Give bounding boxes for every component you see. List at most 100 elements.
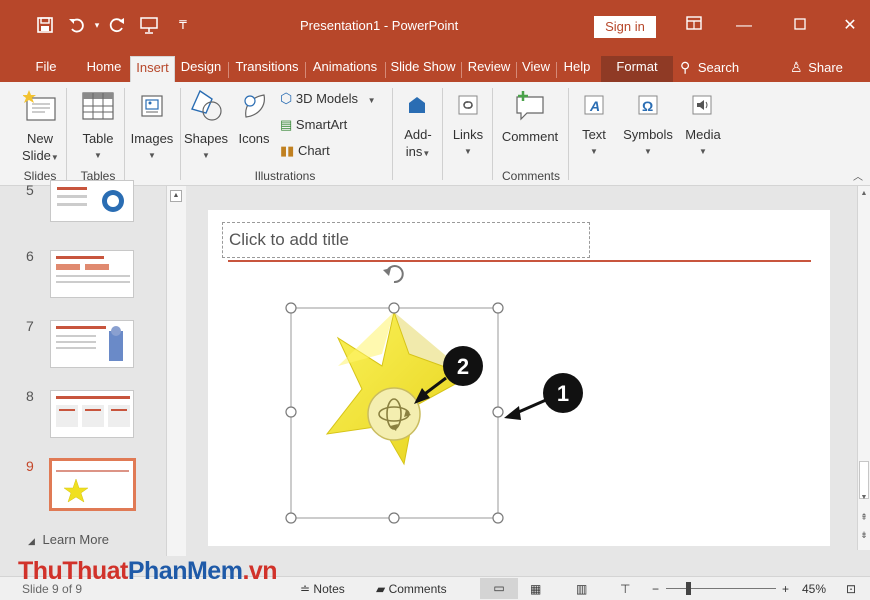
text-label: Text [582, 127, 606, 142]
slide-thumbnail-9[interactable] [49, 458, 136, 511]
shapes-icon[interactable] [186, 88, 226, 124]
slide-thumbnail-6[interactable] [50, 250, 134, 298]
links-label: Links [452, 127, 484, 142]
table-label: Table [82, 131, 114, 146]
slide-thumbnail-8[interactable] [50, 390, 134, 438]
resize-handle-bottom[interactable] [388, 512, 400, 524]
table-icon[interactable] [80, 90, 116, 122]
slide-editing-area: Click to add title 1 2 [192, 186, 858, 576]
media-button[interactable]: Media ▼ [680, 126, 726, 160]
text-button[interactable]: Text ▼ [574, 126, 614, 160]
zoom-slider-thumb[interactable] [686, 582, 691, 595]
images-icon[interactable] [134, 90, 170, 122]
tab-transitions[interactable]: Transitions [231, 56, 303, 82]
links-icon[interactable] [452, 90, 484, 120]
addins-icon[interactable] [400, 90, 434, 120]
comment-icon[interactable] [510, 88, 550, 122]
shapes-button[interactable]: Shapes ▼ [182, 130, 230, 164]
images-button[interactable]: Images ▼ [128, 130, 176, 164]
icons-button[interactable]: Icons [234, 130, 274, 147]
new-slide-button[interactable]: New Slide▼ [22, 130, 59, 166]
tab-review[interactable]: Review [464, 56, 514, 82]
zoom-in-icon[interactable]: + [782, 582, 789, 596]
tab-view[interactable]: View [519, 56, 553, 82]
rotate-handle-icon[interactable] [383, 265, 404, 284]
zoom-out-icon[interactable]: − [652, 582, 659, 596]
ribbon-display-options-icon[interactable] [682, 14, 706, 38]
tab-file[interactable]: File [28, 56, 64, 82]
thumbnail-scrollbar[interactable]: ▲ [166, 186, 186, 556]
scroll-up-icon[interactable]: ▲ [170, 190, 182, 202]
slide-thumbnail-5[interactable] [50, 180, 134, 222]
chevron-down-icon: ▼ [422, 149, 431, 158]
slideshow-view-icon[interactable]: ⊤ [620, 582, 630, 596]
addins-button[interactable]: Add- ins▼ [398, 126, 438, 162]
symbols-button[interactable]: Symbols ▼ [620, 126, 676, 160]
learn-more-link[interactable]: ◢ Learn More [28, 532, 109, 547]
undo-dropdown-icon[interactable]: ▾ [86, 14, 108, 36]
comments-pane-button[interactable]: ▰ Comments [376, 582, 447, 596]
normal-view-icon[interactable]: ▭ [480, 578, 518, 599]
zoom-level[interactable]: 45% [802, 582, 826, 596]
collapse-ribbon-icon[interactable]: ︿ [850, 168, 866, 183]
reading-view-icon[interactable]: ▥ [576, 582, 587, 596]
chart-button[interactable]: ▮▮ Chart [280, 142, 370, 159]
watermark-logo: ThuThuatPhanMem.vn [18, 557, 278, 586]
tab-home[interactable]: Home [80, 56, 128, 82]
resize-handle-bottom-left[interactable] [285, 512, 297, 524]
tab-format[interactable]: Format [601, 56, 673, 82]
smartart-button[interactable]: ▤ SmartArt [280, 116, 370, 133]
sign-in-button[interactable]: Sign in [594, 16, 656, 38]
fit-to-window-icon[interactable]: ⊡ [846, 582, 856, 596]
previous-slide-icon[interactable]: ⇞ [859, 512, 869, 522]
comment-button[interactable]: Comment [496, 128, 564, 145]
3d-rotation-control-icon[interactable] [367, 387, 421, 441]
symbols-icon[interactable]: Ω [632, 90, 664, 120]
resize-handle-top-left[interactable] [285, 302, 297, 314]
save-icon[interactable] [34, 14, 56, 36]
tab-design[interactable]: Design [177, 56, 225, 82]
icons-icon[interactable] [236, 88, 274, 124]
redo-icon[interactable] [106, 14, 128, 36]
customize-quick-access-icon[interactable]: ₸ [172, 14, 194, 36]
resize-handle-bottom-right[interactable] [492, 512, 504, 524]
callout-1-label: 1 [557, 381, 569, 406]
current-slide[interactable]: Click to add title 1 2 [208, 210, 830, 546]
watermark-part-2: PhanMem [127, 557, 243, 585]
text-icon[interactable]: A [578, 90, 610, 120]
links-button[interactable]: Links ▼ [448, 126, 488, 160]
resize-handle-top-right[interactable] [492, 302, 504, 314]
minimize-icon[interactable]: — [732, 14, 756, 38]
table-button[interactable]: Table ▼ [80, 130, 116, 164]
watermark-part-3: .vn [242, 557, 278, 585]
share-button[interactable]: ♙ Share [790, 56, 854, 82]
zoom-slider[interactable] [666, 588, 776, 589]
close-icon[interactable]: ✕ [838, 14, 862, 38]
3d-models-button[interactable]: ⬡ 3D Models ▼ [280, 90, 390, 109]
tab-animations[interactable]: Animations [308, 56, 382, 82]
maximize-icon[interactable] [788, 14, 812, 38]
scroll-down-icon[interactable]: ▼ [859, 494, 869, 504]
learn-more-label: Learn More [42, 532, 110, 547]
next-slide-icon[interactable]: ⇟ [859, 530, 869, 540]
resize-handle-left[interactable] [285, 406, 297, 418]
ribbon-tabs: File Home Insert Design Transitions Anim… [0, 52, 870, 82]
tab-help[interactable]: Help [559, 56, 595, 82]
resize-handle-top[interactable] [388, 302, 400, 314]
slide-sorter-view-icon[interactable]: ▦ [530, 582, 541, 596]
slide-number-8: 8 [26, 388, 34, 404]
slide-number-9: 9 [26, 458, 34, 474]
start-slideshow-icon[interactable] [138, 14, 160, 36]
slide-thumbnail-7[interactable] [50, 320, 134, 368]
slide-number-6: 6 [26, 248, 34, 264]
notes-button[interactable]: ≐ Notes [300, 582, 345, 596]
new-slide-icon[interactable] [22, 88, 58, 124]
slide-vertical-scrollbar[interactable]: ▲ ▼ ⇞ ⇟ [857, 186, 870, 550]
tab-slide-show[interactable]: Slide Show [388, 56, 458, 82]
tell-me-search[interactable]: ⚲ Search [680, 56, 754, 82]
scroll-up-icon[interactable]: ▲ [859, 190, 869, 200]
resize-handle-right[interactable] [492, 406, 504, 418]
undo-icon[interactable] [66, 14, 88, 36]
media-icon[interactable] [686, 90, 718, 120]
tab-insert[interactable]: Insert [130, 56, 175, 82]
